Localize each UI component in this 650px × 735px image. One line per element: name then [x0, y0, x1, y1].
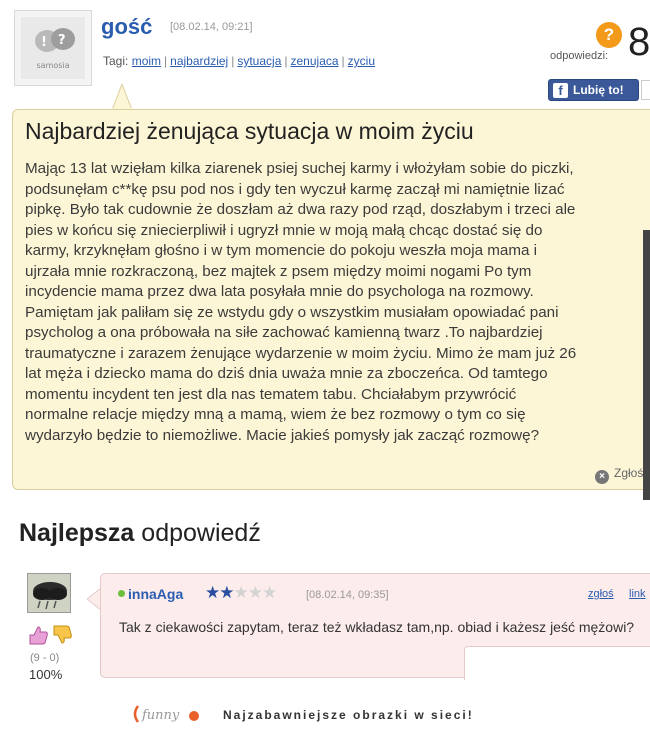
tag-link[interactable]: sytuacja	[237, 54, 281, 68]
best-answer-heading: Najlepsza odpowiedź	[19, 519, 261, 548]
star-filled-icon: ★	[219, 583, 234, 602]
question-date: [08.02.14, 09:21]	[170, 21, 253, 33]
question-line: pies w końcu się zniecierpliwił i ugryzł…	[25, 221, 543, 239]
like-count-bubble	[641, 80, 650, 100]
close-circle-icon: ×	[595, 470, 609, 484]
question-line: momentu incydent ten jest dla nas temate…	[25, 385, 517, 403]
question-line: pipkę. Było tak cudownie że doszłam aż d…	[25, 201, 576, 218]
avatar-placeholder: ! ? samosia	[21, 17, 85, 79]
question-line: wydarzyło będzie to niemożliwe. Macie ja…	[25, 426, 540, 444]
star-filled-icon: ★	[205, 583, 220, 602]
question-line: normalne relacje między mną a mamą, wiem…	[25, 406, 526, 423]
question-line: traumatyczne i zarazem żenujące wydarzen…	[25, 344, 577, 362]
question-title: Najbardziej żenująca sytuacja w moim życ…	[25, 118, 474, 144]
answer-date: [08.02.14, 09:35]	[306, 589, 389, 601]
storm-cloud-icon	[28, 574, 70, 612]
question-line: incydencie mama przez dwa lata posyłała …	[25, 283, 534, 300]
question-mark-icon: ?	[596, 22, 622, 48]
answers-label: odpowiedzi:	[550, 50, 609, 62]
like-label: Lubię to!	[573, 83, 624, 97]
question-line: podsunęłam c**kę psu pod nos i gdy ten w…	[25, 180, 565, 198]
tag-link[interactable]: zyciu	[348, 54, 375, 68]
star-empty-icon: ★	[247, 583, 263, 602]
vote-count: (9 - 0)	[30, 652, 60, 664]
avatar-caption: samosia	[36, 61, 70, 70]
facebook-like-button[interactable]: f Lubię to!	[548, 79, 639, 101]
star-empty-icon: ★	[233, 583, 249, 602]
tag-link[interactable]: moim	[132, 54, 161, 68]
card-pointer	[111, 84, 133, 110]
footer-tagline: Najzabawniejsze obrazki w sieci!	[223, 708, 474, 722]
question-line: Pamiętam jak paliłam się ze wstydu gdy o…	[25, 303, 559, 321]
tag-link[interactable]: najbardziej	[170, 54, 228, 68]
vote-percent: 100%	[29, 667, 63, 682]
best-answer-heading-bold: Najlepsza	[19, 519, 135, 547]
rating-stars: ★★★★★	[205, 583, 277, 603]
vote-thumbs-icon[interactable]	[27, 624, 77, 646]
funny-logo: funny	[133, 705, 199, 723]
avatar[interactable]: ! ? samosia	[14, 10, 92, 86]
scrollbar[interactable]	[643, 230, 650, 500]
tags-label: Tagi:	[103, 54, 129, 68]
tag-separator: |	[231, 54, 235, 68]
tags-row: Tagi: moim | najbardziej | sytuacja | zenujaca…	[103, 54, 375, 68]
report-label: Zgłoś	[614, 466, 644, 480]
online-status-icon	[118, 590, 125, 597]
answers-count: 8	[628, 20, 650, 64]
answer-inset-panel	[464, 646, 650, 680]
tag-separator: |	[341, 54, 345, 68]
facebook-icon: f	[553, 83, 568, 98]
answer-avatar[interactable]	[27, 573, 71, 613]
svg-text:?: ?	[58, 33, 66, 48]
best-answer-box: innaAga ★★★★★ [08.02.14, 09:35] zgłoś li…	[100, 573, 650, 680]
question-line: ujrzała mnie rozkraczoną, bez majtek z p…	[25, 262, 532, 280]
best-answer-heading-rest: odpowiedź	[134, 519, 261, 547]
svg-text:funny: funny	[141, 708, 180, 723]
answer-text: Tak z ciekawości zapytam, teraz też wkła…	[119, 619, 635, 635]
answer-pointer	[87, 588, 101, 610]
answer-author[interactable]: innaAga	[128, 586, 183, 602]
report-link[interactable]: zgłoś	[588, 588, 614, 600]
question-body: Mając 13 lat wzięłam kilka ziarenek psie…	[25, 159, 650, 446]
question-card: Najbardziej żenująca sytuacja w moim życ…	[12, 109, 650, 490]
tag-separator: |	[284, 54, 288, 68]
author-name[interactable]: gość	[101, 14, 152, 40]
question-line: psycholog a ona próbowała na siłe zachow…	[25, 324, 543, 341]
question-line: Mając 13 lat wzięłam kilka ziarenek psie…	[25, 160, 574, 177]
tag-link[interactable]: zenujaca	[291, 54, 339, 68]
question-line: lat męża i dziecko mama do dziś dnia uwa…	[25, 365, 548, 382]
permalink[interactable]: link	[629, 588, 646, 600]
speech-bubbles-icon: ! ?	[35, 28, 75, 52]
svg-text:!: !	[41, 35, 47, 50]
watermark-footer: funny Najzabawniejsze obrazki w sieci!	[0, 690, 650, 735]
tag-separator: |	[164, 54, 168, 68]
report-button[interactable]: × Zgłoś	[595, 466, 643, 484]
question-line: karmy, krzyknęłam głośno i w tym momenci…	[25, 242, 538, 259]
star-empty-icon: ★	[262, 583, 277, 602]
